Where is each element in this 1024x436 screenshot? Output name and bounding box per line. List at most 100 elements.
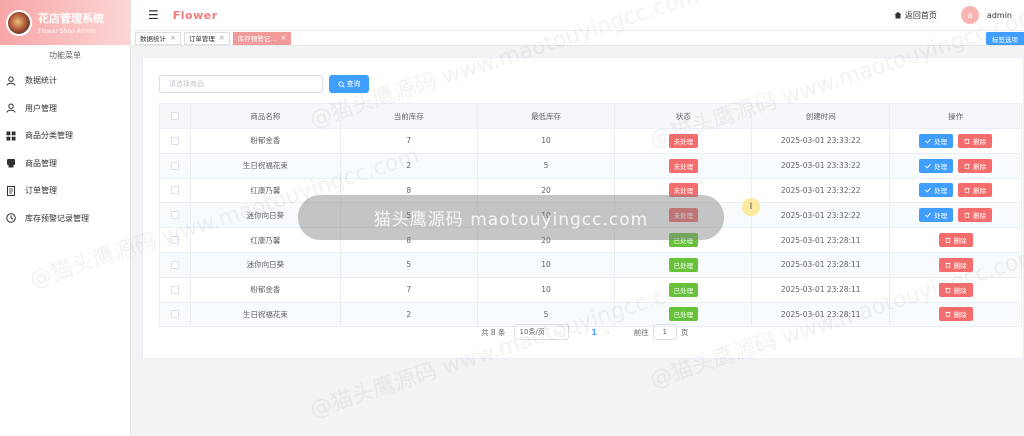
- mouse-cursor-icon: I: [742, 198, 760, 216]
- delete-button[interactable]: 删除: [958, 183, 993, 198]
- brand-title: 花店管理系统: [38, 12, 104, 25]
- table-header-row: 商品名称 当前库存 最低库存 状态 创建时间 操作: [160, 104, 1023, 129]
- current-stock-cell: 7: [341, 129, 478, 153]
- next-page-icon[interactable]: ›: [607, 328, 610, 337]
- delete-button[interactable]: 删除: [958, 158, 993, 173]
- sidebar-item-orders[interactable]: 订单管理: [0, 177, 130, 205]
- select-all-checkbox[interactable]: [170, 112, 179, 120]
- check-icon: [925, 138, 931, 144]
- trash-icon: [964, 188, 970, 194]
- sidebar: 花店管理系统 Flower Shop Admin 功能菜单 数据统计 用户管理 …: [0, 0, 131, 436]
- current-stock-cell: 5: [341, 252, 478, 277]
- brand-subtitle: Flower Shop Admin: [38, 28, 96, 35]
- trash-icon: [945, 312, 951, 318]
- product-name-cell: 粉郁金香: [191, 129, 341, 153]
- top-header: ☰ Flower 返回首页 a admin: [131, 0, 1024, 30]
- goto-page: 前往 1 页: [634, 324, 688, 340]
- home-icon: [894, 11, 902, 19]
- sidebar-item-statistics[interactable]: 数据统计: [0, 67, 130, 95]
- created-time-cell: 2025-03-01 23:28:11: [752, 252, 891, 277]
- sidebar-item-products[interactable]: 商品管理: [0, 150, 130, 178]
- brand: 花店管理系统 Flower Shop Admin: [0, 0, 130, 45]
- actions-cell: 删除: [890, 277, 1023, 302]
- trash-icon: [964, 213, 970, 219]
- close-icon[interactable]: ×: [170, 34, 176, 42]
- current-stock-cell: 7: [341, 277, 478, 302]
- delete-button[interactable]: 删除: [938, 233, 973, 248]
- search-icon: [337, 80, 345, 88]
- current-stock-cell: 2: [341, 302, 478, 327]
- product-name-cell: 迷你向日葵: [191, 252, 341, 277]
- min-stock-cell: 10: [478, 277, 616, 302]
- tab-statistics[interactable]: 数据统计 ×: [135, 31, 181, 45]
- delete-button[interactable]: 删除: [938, 257, 973, 272]
- row-checkbox[interactable]: [170, 186, 179, 195]
- row-checkbox[interactable]: [170, 236, 179, 245]
- tag-options-button[interactable]: 标签选项: [986, 32, 1024, 45]
- username[interactable]: admin: [987, 11, 1012, 20]
- check-icon: [925, 163, 931, 169]
- sidebar-item-users[interactable]: 用户管理: [0, 95, 130, 123]
- sidebar-item-label: 数据统计: [25, 76, 57, 86]
- row-checkbox[interactable]: [170, 136, 179, 145]
- logo: [6, 9, 32, 36]
- tab-orders[interactable]: 订单管理 ×: [183, 31, 230, 45]
- prev-page-icon[interactable]: ‹: [579, 328, 582, 337]
- close-icon[interactable]: ×: [280, 34, 286, 42]
- user-icon: [6, 103, 16, 113]
- row-checkbox[interactable]: [170, 260, 179, 269]
- search-button-label: 查询: [346, 80, 361, 88]
- process-button[interactable]: 处理: [919, 158, 954, 173]
- sidebar-item-stock-alerts[interactable]: 库存预警记录管理: [0, 205, 130, 233]
- goto-page-input[interactable]: 1: [652, 324, 677, 340]
- product-name-cell: 生日祝福花束: [191, 153, 341, 178]
- page-number[interactable]: 1: [592, 328, 597, 337]
- tab-stock-alerts[interactable]: 库存预警记... ×: [232, 31, 292, 45]
- min-stock-cell: 5: [478, 302, 616, 327]
- delete-button[interactable]: 删除: [938, 282, 973, 297]
- check-icon: [925, 188, 931, 193]
- watermark-overlay: 猫头鹰源码 maotouyingcc.com: [298, 195, 724, 240]
- sidebar-item-categories[interactable]: 商品分类管理: [0, 122, 130, 150]
- table-row: 粉郁金香 7 10 已处理 2025-03-01 23:28:11 删除: [160, 277, 1023, 303]
- status-badge: 未处理: [668, 158, 699, 173]
- table-row: 生日祝福花束 2 5 未处理 2025-03-01 23:33:22 处理 删除: [160, 153, 1023, 179]
- hamburger-menu-icon[interactable]: ☰: [148, 8, 159, 22]
- column-header: 商品名称: [191, 104, 341, 128]
- delete-button[interactable]: 删除: [958, 208, 993, 223]
- status-badge: 已处理: [668, 257, 699, 272]
- check-icon: [925, 213, 931, 218]
- column-header: 当前库存: [341, 104, 478, 128]
- row-checkbox[interactable]: [170, 310, 179, 319]
- row-checkbox[interactable]: [170, 161, 179, 170]
- row-checkbox[interactable]: [170, 211, 179, 220]
- delete-button[interactable]: 删除: [958, 133, 993, 148]
- actions-cell: 删除: [890, 252, 1023, 277]
- created-time-cell: 2025-03-01 23:28:11: [752, 277, 891, 302]
- user-icon: [6, 76, 16, 86]
- column-header: 创建时间: [752, 104, 891, 128]
- process-button[interactable]: 处理: [919, 208, 954, 223]
- page-size-select[interactable]: 10条/页 ⌄: [513, 324, 569, 340]
- delete-button[interactable]: 删除: [938, 307, 973, 322]
- status-badge: 已处理: [668, 307, 699, 322]
- total-count: 共 8 条: [481, 327, 506, 337]
- product-search-input[interactable]: [159, 75, 323, 93]
- avatar[interactable]: a: [960, 6, 979, 24]
- close-icon[interactable]: ×: [219, 34, 225, 42]
- document-icon: [6, 185, 16, 196]
- process-button[interactable]: 处理: [919, 183, 954, 198]
- search-button[interactable]: 查询: [329, 75, 369, 93]
- actions-cell: 处理 删除: [890, 153, 1023, 178]
- row-checkbox[interactable]: [170, 285, 179, 294]
- process-button[interactable]: 处理: [919, 133, 954, 148]
- status-badge: 已处理: [668, 282, 699, 297]
- trash-icon: [945, 262, 951, 268]
- pagination: 共 8 条 10条/页 ⌄ ‹ 1 › 前往 1 页: [481, 324, 688, 340]
- column-header: 状态: [615, 104, 753, 128]
- product-name-cell: 生日祝福花束: [191, 302, 341, 327]
- min-stock-cell: 10: [478, 129, 616, 153]
- return-home-link[interactable]: 返回首页: [894, 10, 937, 21]
- table-row: 迷你向日葵 5 10 已处理 2025-03-01 23:28:11 删除: [160, 252, 1023, 278]
- created-time-cell: 2025-03-01 23:32:22: [752, 178, 891, 203]
